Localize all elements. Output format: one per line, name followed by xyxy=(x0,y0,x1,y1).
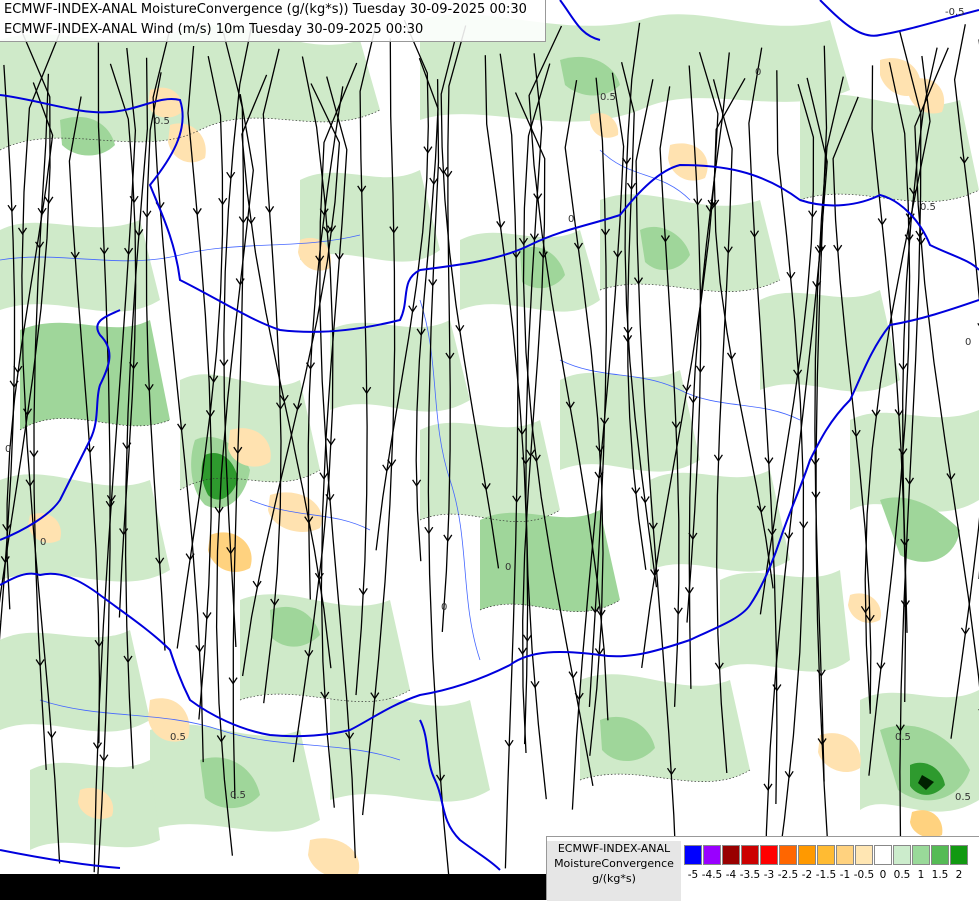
legend-tick-label: -3.5 xyxy=(740,869,761,881)
contour-label: 0.5 xyxy=(170,732,186,743)
legend-swatch xyxy=(931,845,949,865)
legend-title: ECMWF-INDEX-ANAL MoistureConvergence g/(… xyxy=(547,841,681,901)
legend-tick-label: 1.5 xyxy=(932,869,949,881)
legend-swatch xyxy=(722,845,740,865)
legend-swatch xyxy=(893,845,911,865)
contour-label: 0.5 xyxy=(600,92,616,103)
title-wind: ECMWF-INDEX-ANAL Wind (m/s) 10m Tuesday … xyxy=(4,20,541,40)
contour-label: 0 xyxy=(965,337,971,348)
legend-swatch xyxy=(779,845,797,865)
legend-tick-label: 2 xyxy=(956,869,963,881)
legend-swatch xyxy=(703,845,721,865)
legend-tick-label: -3 xyxy=(764,869,774,881)
legend-tick-label: -1.5 xyxy=(816,869,837,881)
contour-label: 0 xyxy=(441,602,447,613)
legend-swatch xyxy=(950,845,968,865)
contour-label: 0 xyxy=(755,67,761,78)
legend-swatch xyxy=(836,845,854,865)
contour-label: 0 xyxy=(568,214,574,225)
contour-label: 0 xyxy=(40,537,46,548)
legend-swatch xyxy=(741,845,759,865)
contour-label: 0.5 xyxy=(895,732,911,743)
legend-swatch xyxy=(817,845,835,865)
contour-label: 0.5 xyxy=(154,116,170,127)
legend-model: ECMWF-INDEX-ANAL xyxy=(547,841,681,856)
legend-swatch xyxy=(760,845,778,865)
contour-label: -0.5 xyxy=(945,7,965,18)
contour-label: 0.5 xyxy=(230,790,246,801)
legend-unit: g/(kg*s) xyxy=(547,871,681,886)
legend-swatch xyxy=(874,845,892,865)
legend-ticks: -5 -4.5-4 -3.5-3 -2.5-2 -1.5-1 -0.5 0 0.5 1 1.5 2 xyxy=(684,869,979,885)
map-title-box: ECMWF-INDEX-ANAL MoistureConvergence (g/… xyxy=(0,0,546,42)
legend-tick-label: -5 xyxy=(688,869,698,881)
legend-field: MoistureConvergence xyxy=(547,856,681,871)
contour-label: 0 xyxy=(505,562,511,573)
contour-label: 0.5 xyxy=(920,202,936,213)
contour-label: 0.5 xyxy=(955,792,971,803)
legend-tick-label: -2.5 xyxy=(778,869,799,881)
legend-tick-label: -4 xyxy=(726,869,736,881)
title-moisture-convergence: ECMWF-INDEX-ANAL MoistureConvergence (g/… xyxy=(4,0,541,20)
legend-tick-label: 0.5 xyxy=(894,869,911,881)
contour-label: 0 xyxy=(5,444,11,455)
legend-swatch xyxy=(912,845,930,865)
legend-tick-label: -1 xyxy=(840,869,850,881)
legend-swatch xyxy=(684,845,702,865)
legend-tick-label: -0.5 xyxy=(854,869,875,881)
legend-swatch xyxy=(798,845,816,865)
color-legend: ECMWF-INDEX-ANAL MoistureConvergence g/(… xyxy=(546,836,979,900)
legend-swatches xyxy=(684,845,969,865)
weather-map: 0.5 0.5 0 0 0 0 0.5 0.5 0.5 0.5 0.5 0 0 … xyxy=(0,0,979,900)
bottom-black-bar xyxy=(0,874,546,900)
legend-tick-label: 0 xyxy=(880,869,887,881)
legend-tick-label: -2 xyxy=(802,869,812,881)
legend-tick-label: 1 xyxy=(918,869,925,881)
legend-tick-label: -4.5 xyxy=(702,869,723,881)
legend-swatch xyxy=(855,845,873,865)
